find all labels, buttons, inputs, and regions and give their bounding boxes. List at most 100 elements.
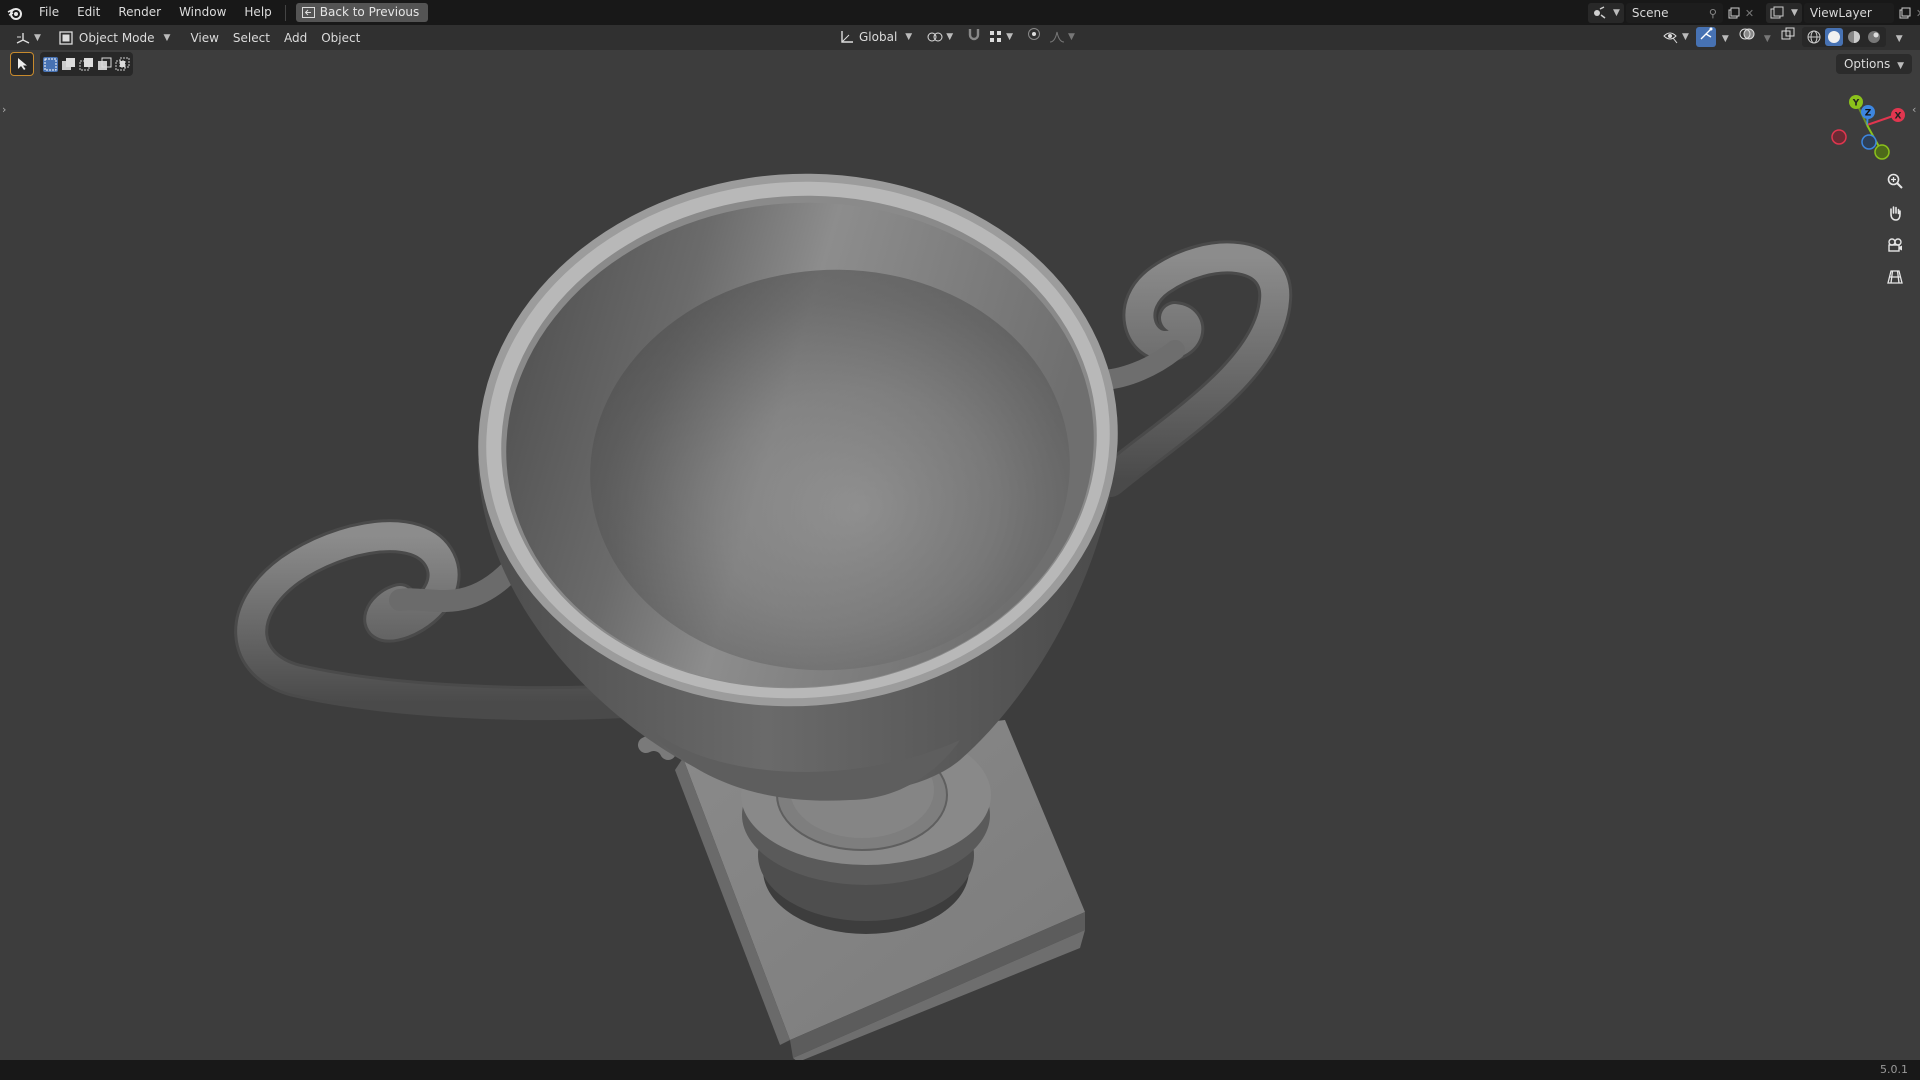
solid-shading-button[interactable]	[1824, 28, 1843, 46]
pan-button[interactable]	[1882, 200, 1908, 226]
solid-sphere-icon	[1827, 31, 1840, 43]
select-tool-button[interactable]	[10, 52, 34, 76]
menu-file[interactable]: File	[30, 0, 68, 25]
scene-icon	[1594, 6, 1606, 19]
overlay-icon	[1739, 28, 1755, 40]
render-layers-icon	[1770, 6, 1784, 19]
viewport-header: ▼ Object Mode ▼ View Select Add Object G…	[0, 25, 1920, 50]
chevron-down-icon: ▼	[163, 32, 171, 43]
wireframe-sphere-icon	[1807, 30, 1821, 44]
menu-window[interactable]: Window	[170, 0, 235, 25]
toolbar-expand-icon[interactable]: ›	[2, 103, 6, 116]
chevron-down-icon: ▼	[1895, 34, 1903, 44]
falloff-curve-icon	[1049, 31, 1065, 43]
grid-perspective-icon	[1887, 270, 1903, 284]
view-layer-name-field[interactable]: ViewLayer	[1803, 3, 1894, 23]
set-selection-icon[interactable]	[43, 56, 58, 72]
back-to-previous-button[interactable]: Back to Previous	[295, 3, 429, 22]
camera-view-button[interactable]	[1882, 232, 1908, 258]
menu-render[interactable]: Render	[109, 0, 170, 25]
status-bar: 5.0.1	[0, 1060, 1920, 1080]
snap-increment-icon	[990, 31, 1002, 42]
hand-icon	[1890, 206, 1901, 221]
object-mode-dropdown[interactable]: Object Mode ▼	[51, 27, 178, 48]
scene-name-field[interactable]: Scene ⚲	[1625, 3, 1723, 23]
wireframe-shading-button[interactable]	[1805, 28, 1823, 46]
menu-object[interactable]: Object	[314, 28, 367, 48]
pivot-icon	[927, 32, 943, 42]
orientation-global-icon	[841, 31, 853, 43]
gizmo-neg-x-icon[interactable]	[1831, 129, 1847, 145]
new-view-layer-button[interactable]	[1896, 3, 1914, 23]
menu-view[interactable]: View	[183, 28, 225, 48]
gizmo-neg-y-icon[interactable]	[1874, 144, 1890, 160]
version-label: 5.0.1	[1880, 1063, 1908, 1076]
menu-select[interactable]: Select	[226, 28, 277, 48]
zoom-button[interactable]	[1882, 168, 1908, 194]
invert-selection-icon[interactable]	[97, 57, 112, 72]
subtract-selection-icon[interactable]	[79, 57, 94, 72]
chevron-down-icon: ▼	[1068, 32, 1075, 42]
material-preview-button[interactable]	[1845, 28, 1863, 46]
transform-orientation-dropdown[interactable]: Global ▼	[836, 27, 916, 47]
snap-toggle[interactable]	[964, 27, 984, 47]
chevron-down-icon: ▼	[1763, 34, 1771, 44]
selectability-visibility-dropdown[interactable]: ▼	[1660, 27, 1692, 47]
proportional-editing-group: ▼	[1024, 27, 1078, 47]
show-overlays-toggle[interactable]	[1736, 27, 1758, 47]
perspective-toggle-button[interactable]	[1882, 264, 1908, 290]
snap-target-dropdown[interactable]: ▼	[986, 27, 1016, 47]
scene-browse-button[interactable]: ▼	[1588, 3, 1624, 23]
chevron-down-icon: ▼	[1613, 8, 1620, 18]
chevron-down-icon: ▼	[1897, 61, 1904, 71]
menu-edit[interactable]: Edit	[68, 0, 109, 25]
view-layer-selector: ▼ ViewLayer ✕	[1766, 3, 1920, 23]
divider	[284, 4, 286, 21]
extend-selection-icon[interactable]	[61, 57, 76, 72]
proportional-editing-toggle[interactable]	[1024, 27, 1044, 47]
editor-type-button[interactable]: ▼	[8, 28, 48, 48]
gizmo-z-label: Z	[1865, 109, 1872, 119]
transform-controls: Global ▼ ▼ ▼ ▼	[836, 27, 1078, 47]
show-gizmo-toggle[interactable]	[1695, 27, 1716, 47]
proportional-falloff-dropdown[interactable]: ▼	[1046, 27, 1078, 47]
menu-add[interactable]: Add	[277, 28, 314, 48]
chevron-down-icon: ▼	[1006, 32, 1014, 42]
gizmo-dropdown[interactable]: ▼	[1716, 27, 1732, 47]
chevron-down-icon: ▼	[1682, 32, 1689, 42]
gizmo-icon	[1700, 27, 1713, 40]
menu-help[interactable]: Help	[235, 0, 280, 25]
object-mode-icon	[59, 30, 73, 45]
magnet-icon	[968, 29, 980, 41]
rendered-shading-button[interactable]	[1865, 28, 1883, 46]
chevron-down-icon: ▼	[1791, 8, 1798, 18]
back-to-previous-label: Back to Previous	[319, 5, 420, 19]
selection-mode-group	[40, 52, 133, 76]
navigation-gizmo[interactable]: Y Z X	[1822, 90, 1912, 165]
overlay-dropdown[interactable]: ▼	[1758, 27, 1774, 47]
blender-logo-icon[interactable]	[0, 0, 30, 25]
xray-toggle[interactable]	[1778, 27, 1798, 47]
options-dropdown[interactable]: Options ▼	[1835, 54, 1912, 74]
proportional-editing-icon	[1028, 28, 1041, 40]
top-bar: File Edit Render Window Help Back to Pre…	[0, 0, 1920, 25]
rendered-sphere-icon	[1867, 31, 1880, 43]
material-sphere-icon	[1847, 31, 1860, 43]
pivot-point-dropdown[interactable]: ▼	[924, 27, 956, 47]
overlay-group: ▼	[1736, 27, 1774, 47]
viewport-navigation	[1882, 168, 1908, 290]
camera-icon	[1888, 238, 1902, 252]
shading-mode-group	[1801, 27, 1886, 47]
gizmo-neg-z-icon[interactable]	[1861, 134, 1877, 150]
view-layer-browse-button[interactable]: ▼	[1766, 3, 1802, 23]
sidebar-expand-icon[interactable]: ‹	[1912, 103, 1916, 116]
remove-view-layer-icon[interactable]: ✕	[1916, 7, 1920, 20]
chevron-down-icon: ▼	[1721, 34, 1729, 44]
intersect-selection-icon[interactable]	[115, 57, 130, 72]
3d-viewport[interactable]: › ‹	[0, 50, 1920, 1060]
pin-icon[interactable]: ⚲	[1709, 7, 1717, 20]
new-scene-button[interactable]	[1725, 3, 1743, 23]
remove-scene-icon[interactable]: ✕	[1745, 7, 1759, 20]
shading-dropdown[interactable]: ▼	[1890, 27, 1906, 47]
zoom-icon	[1887, 173, 1903, 189]
